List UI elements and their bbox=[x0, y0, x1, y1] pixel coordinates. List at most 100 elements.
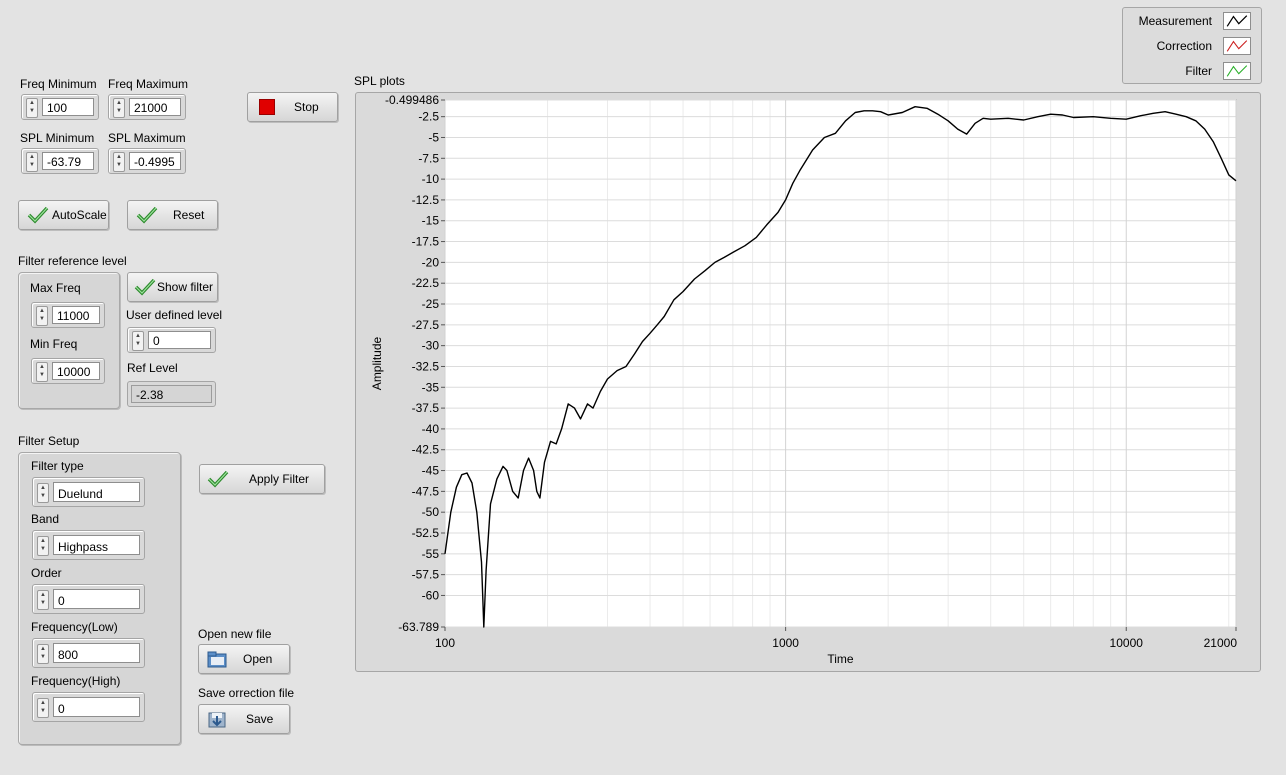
line-swatch-icon bbox=[1223, 37, 1251, 55]
y-tick-label: -45 bbox=[422, 464, 440, 478]
open-file-button[interactable]: Open bbox=[198, 644, 290, 674]
y-tick-label: -60 bbox=[422, 588, 440, 602]
show-filter-button-label: Show filter bbox=[157, 280, 214, 294]
spin-arrows-icon[interactable]: ▲ ▼ bbox=[37, 536, 49, 556]
spin-arrows-icon[interactable]: ▲ ▼ bbox=[26, 98, 38, 118]
spin-arrows-icon[interactable]: ▲ ▼ bbox=[37, 590, 49, 610]
freq-low-control[interactable]: ▲ ▼ 800 bbox=[32, 638, 145, 668]
save-file-button[interactable]: Save bbox=[198, 704, 290, 734]
y-tick-label: -40 bbox=[422, 422, 440, 436]
freq-min-field[interactable]: 100 bbox=[42, 98, 94, 116]
freq-high-label: Frequency(High) bbox=[31, 674, 121, 688]
user-level-control[interactable]: ▲ ▼ 0 bbox=[127, 327, 216, 353]
y-tick-label: -25 bbox=[422, 297, 440, 311]
y-tick-label: -42.5 bbox=[412, 443, 440, 457]
min-freq-label: Min Freq bbox=[30, 337, 78, 351]
stop-icon bbox=[259, 99, 275, 115]
max-freq-control[interactable]: ▲ ▼ 11000 bbox=[31, 302, 105, 328]
order-label: Order bbox=[31, 566, 62, 580]
y-tick-label: -2.5 bbox=[418, 110, 439, 124]
max-freq-field[interactable]: 11000 bbox=[52, 306, 100, 324]
order-field[interactable]: 0 bbox=[53, 589, 140, 609]
y-tick-label: -55 bbox=[422, 547, 440, 561]
legend-item-filter[interactable]: Filter bbox=[1123, 60, 1261, 84]
band-label: Band bbox=[31, 512, 60, 526]
ref-level-label: Ref Level bbox=[127, 361, 178, 375]
user-level-field[interactable]: 0 bbox=[148, 331, 211, 349]
spin-arrows-icon[interactable]: ▲ ▼ bbox=[26, 152, 38, 172]
open-file-button-label: Open bbox=[243, 652, 273, 666]
stop-button[interactable]: Stop bbox=[247, 92, 338, 122]
reset-button-label: Reset bbox=[173, 208, 205, 222]
apply-filter-button[interactable]: Apply Filter bbox=[199, 464, 325, 494]
stop-button-label: Stop bbox=[294, 100, 319, 114]
filter-ref-title: Filter reference level bbox=[18, 254, 127, 268]
freq-max-field[interactable]: 21000 bbox=[129, 98, 181, 116]
y-tick-label: -37.5 bbox=[412, 401, 440, 415]
spin-arrows-icon[interactable]: ▲ ▼ bbox=[37, 698, 49, 718]
spl-min-field[interactable]: -63.79 bbox=[42, 152, 94, 170]
spl-min-control[interactable]: ▲ ▼ -63.79 bbox=[21, 148, 99, 174]
ref-level-value: -2.38 bbox=[131, 385, 212, 403]
y-tick-label: -30 bbox=[422, 339, 440, 353]
x-tick-label: 21000 bbox=[1204, 636, 1238, 650]
filter-type-value[interactable]: Duelund bbox=[53, 482, 140, 502]
x-tick-label: 1000 bbox=[772, 636, 799, 650]
freq-low-label: Frequency(Low) bbox=[31, 620, 118, 634]
filter-setup-title: Filter Setup bbox=[18, 434, 80, 448]
spin-arrows-icon[interactable]: ▲ ▼ bbox=[132, 331, 144, 351]
y-tick-label: -50 bbox=[422, 505, 440, 519]
order-control[interactable]: ▲ ▼ 0 bbox=[32, 584, 145, 614]
show-filter-button[interactable]: Show filter bbox=[127, 272, 218, 302]
spin-arrows-icon[interactable]: ▲ ▼ bbox=[36, 362, 48, 382]
freq-max-label: Freq Maximum bbox=[108, 77, 189, 91]
save-file-button-label: Save bbox=[246, 712, 274, 726]
autoscale-button[interactable]: AutoScale bbox=[18, 200, 109, 230]
x-axis-label: Time bbox=[827, 652, 854, 666]
y-axis-ticks: -0.499486 -2.5 -5 -7.5 -10 -12.5 -15 -17.5 -20 -2… bbox=[385, 93, 445, 634]
user-level-label: User defined level bbox=[126, 308, 223, 322]
spl-max-label: SPL Maximum bbox=[108, 131, 186, 145]
y-tick-label: -63.789 bbox=[398, 620, 439, 634]
reset-button[interactable]: Reset bbox=[127, 200, 218, 230]
spin-arrows-icon[interactable]: ▲ ▼ bbox=[37, 483, 49, 503]
freq-max-control[interactable]: ▲ ▼ 21000 bbox=[108, 94, 186, 120]
band-value[interactable]: Highpass bbox=[53, 535, 140, 555]
y-tick-label: -10 bbox=[422, 172, 440, 186]
plot-legend[interactable]: Measurement Correction Filter bbox=[1122, 7, 1262, 84]
x-tick-label: 100 bbox=[435, 636, 455, 650]
min-freq-field[interactable]: 10000 bbox=[52, 362, 100, 380]
band-ring[interactable]: ▲ ▼ Highpass bbox=[32, 530, 145, 560]
checkmark-icon bbox=[134, 278, 156, 296]
filter-type-ring[interactable]: ▲ ▼ Duelund bbox=[32, 477, 145, 507]
spin-arrows-icon[interactable]: ▲ ▼ bbox=[113, 152, 125, 172]
y-tick-label: -7.5 bbox=[418, 151, 439, 165]
min-freq-control[interactable]: ▲ ▼ 10000 bbox=[31, 358, 105, 384]
spl-max-field[interactable]: -0.4995 bbox=[129, 152, 181, 170]
freq-min-control[interactable]: ▲ ▼ 100 bbox=[21, 94, 99, 120]
line-swatch-icon bbox=[1223, 62, 1251, 80]
spin-arrows-icon[interactable]: ▲ ▼ bbox=[113, 98, 125, 118]
autoscale-button-label: AutoScale bbox=[52, 208, 107, 222]
y-axis-label: Amplitude bbox=[370, 337, 384, 391]
y-tick-label: -35 bbox=[422, 380, 440, 394]
y-tick-label: -47.5 bbox=[412, 484, 440, 498]
freq-high-control[interactable]: ▲ ▼ 0 bbox=[32, 692, 145, 722]
legend-item-correction[interactable]: Correction bbox=[1123, 35, 1261, 59]
freq-low-field[interactable]: 800 bbox=[53, 643, 140, 663]
save-disk-icon bbox=[208, 712, 226, 728]
folder-icon bbox=[207, 651, 227, 668]
spl-max-control[interactable]: ▲ ▼ -0.4995 bbox=[108, 148, 186, 174]
spl-min-label: SPL Minimum bbox=[20, 131, 95, 145]
y-tick-label: -5 bbox=[428, 130, 439, 144]
y-tick-label: -27.5 bbox=[412, 318, 440, 332]
save-file-caption: Save orrection file bbox=[198, 686, 295, 700]
legend-label: Filter bbox=[1185, 64, 1212, 78]
filter-setup-panel: Filter type ▲ ▼ Duelund Band ▲ ▼ Highpass … bbox=[18, 452, 181, 745]
spin-arrows-icon[interactable]: ▲ ▼ bbox=[36, 306, 48, 326]
spl-chart[interactable]: -0.499486 -2.5 -5 -7.5 -10 -12.5 -15 -17.5 -20 -2… bbox=[355, 92, 1261, 672]
y-tick-label: -52.5 bbox=[412, 526, 440, 540]
spin-arrows-icon[interactable]: ▲ ▼ bbox=[37, 644, 49, 664]
legend-item-measurement[interactable]: Measurement bbox=[1123, 10, 1261, 34]
freq-high-field[interactable]: 0 bbox=[53, 697, 140, 717]
